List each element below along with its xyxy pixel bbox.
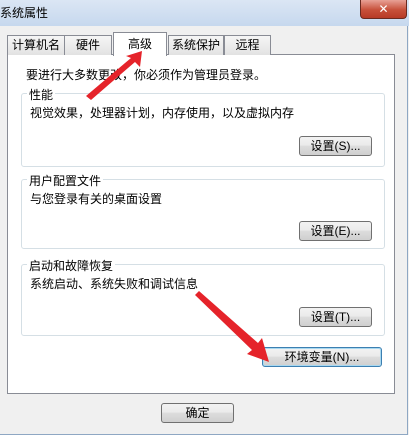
tab-system-protection[interactable]: 系统保护 [168,35,224,55]
user-profiles-settings-button[interactable]: 设置(E)... [299,221,372,241]
startup-recovery-legend: 启动和故障恢复 [27,257,116,274]
window-title: 系统属性 [0,6,49,20]
tab-hardware[interactable]: 硬件 [64,35,112,55]
performance-settings-button[interactable]: 设置(S)... [299,136,372,156]
performance-group: 性能 视觉效果，处理器计划，内存使用，以及虚拟内存 设置(S)... [21,86,385,167]
user-profiles-legend: 用户配置文件 [27,172,104,189]
tab-remote[interactable]: 远程 [224,35,271,55]
startup-recovery-group: 启动和故障恢复 系统启动、系统失败和调试信息 设置(T)... [21,257,385,336]
user-profiles-group: 用户配置文件 与您登录有关的桌面设置 设置(E)... [21,172,385,249]
close-icon: ✕ [378,2,389,16]
environment-variables-button[interactable]: 环境变量(N)... [262,347,382,367]
ok-button[interactable]: 确定 [161,403,234,423]
startup-recovery-description: 系统启动、系统失败和调试信息 [30,277,199,291]
performance-description: 视觉效果，处理器计划，内存使用，以及虚拟内存 [30,106,295,120]
title-bar: 系统属性 ✕ [0,0,409,26]
close-button[interactable]: ✕ [360,0,407,19]
user-profiles-description: 与您登录有关的桌面设置 [30,192,163,206]
performance-legend: 性能 [27,86,56,103]
tab-computer-name[interactable]: 计算机名 [7,35,65,55]
startup-recovery-settings-button[interactable]: 设置(T)... [299,307,372,327]
tab-advanced[interactable]: 高级 [113,32,167,56]
admin-note: 要进行大多数更改，你必须作为管理员登录。 [26,68,267,82]
